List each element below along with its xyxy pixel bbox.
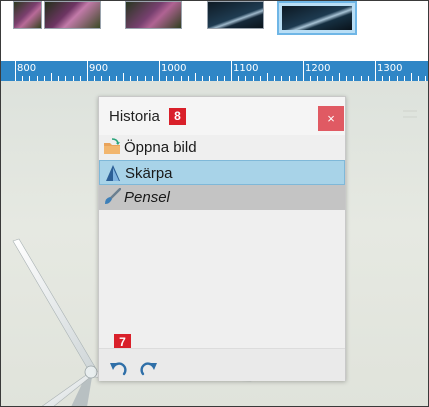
ruler-tick — [375, 61, 376, 81]
history-item-open-image[interactable]: Öppna bild — [99, 135, 345, 160]
horizontal-ruler: 800 900 1000 1100 1200 1300 — [1, 61, 428, 81]
ruler-tick — [303, 61, 304, 81]
ruler-tick — [123, 73, 124, 81]
filmstrip-thumbnail[interactable] — [44, 1, 101, 29]
history-panel: Historia 8 × Öppna bild Skärpa Pensel 7 — [98, 96, 346, 381]
ruler-label: 1300 — [377, 63, 403, 74]
ruler-tick — [195, 73, 196, 81]
ruler-label: 1200 — [305, 63, 331, 74]
history-item-label: Skärpa — [125, 165, 173, 182]
undo-icon[interactable] — [109, 360, 129, 376]
screenshot-frame: 800 900 1000 1100 1200 1300 Historia 8 ×… — [0, 0, 429, 407]
ruler-tick — [339, 73, 340, 81]
filmstrip-thumbnail[interactable] — [207, 1, 264, 29]
ruler-tick — [267, 73, 268, 81]
history-item-label: Öppna bild — [124, 139, 197, 156]
history-panel-header[interactable]: Historia 8 × — [99, 97, 345, 135]
history-panel-footer — [99, 348, 345, 381]
filmstrip — [1, 1, 428, 59]
ruler-tick — [411, 73, 412, 81]
ruler-label: 900 — [89, 63, 109, 74]
ruler-tick — [15, 61, 16, 81]
ruler-tick — [87, 61, 88, 81]
sharpen-icon — [106, 165, 120, 181]
brush-icon — [105, 188, 121, 204]
redo-icon[interactable] — [138, 360, 158, 376]
history-panel-title: Historia — [109, 108, 160, 125]
ruler-label: 800 — [17, 63, 37, 74]
history-item-label: Pensel — [124, 189, 170, 206]
ruler-tick — [231, 61, 232, 81]
open-folder-icon — [104, 138, 120, 154]
ruler-tick — [51, 73, 52, 81]
thumbnail-image — [282, 6, 352, 30]
ruler-label: 1100 — [233, 63, 259, 74]
ruler-label: 1000 — [161, 63, 187, 74]
history-list: Öppna bild Skärpa Pensel — [99, 135, 345, 210]
filmstrip-thumbnail-selected[interactable] — [277, 1, 357, 35]
close-button[interactable]: × — [318, 106, 344, 131]
history-item-sharpen[interactable]: Skärpa — [99, 160, 345, 185]
filmstrip-thumbnail[interactable] — [13, 1, 42, 29]
filmstrip-thumbnail[interactable] — [125, 1, 182, 29]
callout-badge: 8 — [169, 108, 186, 125]
ruler-tick — [159, 61, 160, 81]
history-item-brush[interactable]: Pensel — [99, 185, 345, 210]
